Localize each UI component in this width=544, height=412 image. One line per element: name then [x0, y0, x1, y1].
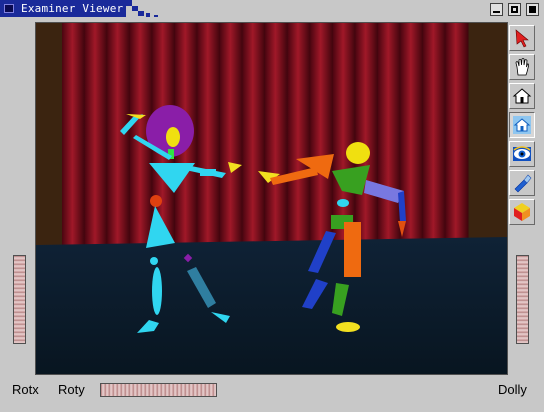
roty-label: Roty	[58, 382, 85, 397]
window-title: Examiner Viewer	[21, 2, 124, 15]
seek-flashlight-icon[interactable]	[509, 170, 535, 196]
home-icon[interactable]	[509, 83, 535, 109]
curtain	[62, 23, 469, 253]
pick-arrow-icon[interactable]	[509, 25, 535, 51]
window-menu-icon[interactable]	[4, 4, 14, 13]
dolly-thumbwheel[interactable]	[516, 255, 529, 344]
dancers-scene	[36, 23, 507, 374]
minimize-icon[interactable]	[490, 3, 503, 16]
rotx-label: Rotx	[12, 382, 39, 397]
projection-cube-icon[interactable]	[509, 199, 535, 225]
render-viewport[interactable]	[35, 22, 508, 375]
hand-view-icon[interactable]	[509, 54, 535, 80]
set-home-icon[interactable]	[509, 112, 535, 138]
rotx-thumbwheel[interactable]	[13, 255, 26, 344]
close-icon[interactable]	[526, 3, 539, 16]
roty-thumbwheel[interactable]	[100, 383, 217, 397]
view-all-eye-icon[interactable]	[509, 141, 535, 167]
maximize-icon[interactable]	[508, 3, 521, 16]
dolly-label: Dolly	[498, 382, 527, 397]
